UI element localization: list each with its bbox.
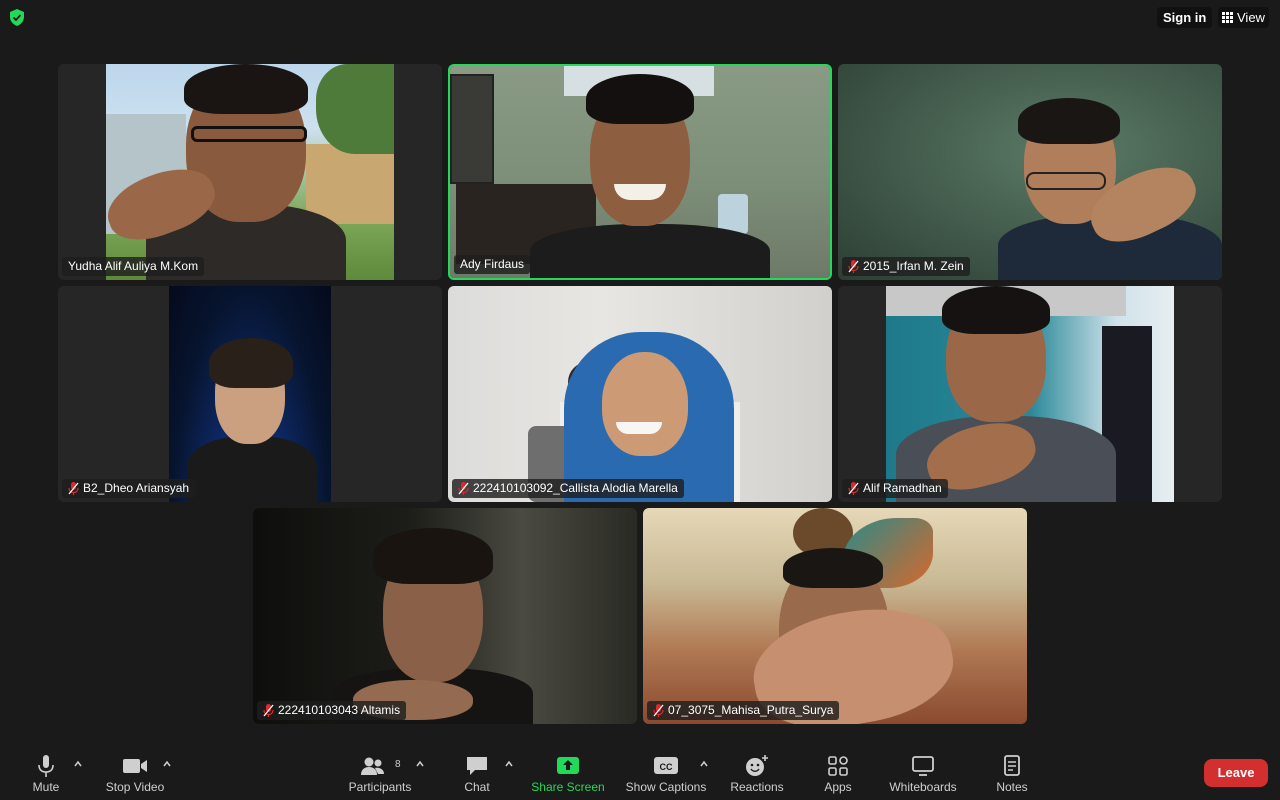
sign-in-button[interactable]: Sign in: [1157, 7, 1213, 28]
video-feed: [253, 508, 637, 724]
participant-tile[interactable]: 2015_Irfan M. Zein: [838, 64, 1222, 280]
whiteboard-icon: [912, 756, 934, 776]
mic-muted-icon: [653, 704, 664, 717]
participant-name: 222410103092_Callista Alodia Marella: [473, 481, 678, 495]
show-captions-button[interactable]: CC Show Captions: [621, 746, 711, 800]
shield-check-icon[interactable]: [9, 9, 25, 26]
leave-button[interactable]: Leave: [1204, 759, 1268, 787]
notes-button[interactable]: Notes: [990, 746, 1034, 800]
notes-label: Notes: [996, 780, 1028, 794]
mic-muted-icon: [68, 482, 79, 495]
closed-captions-icon: CC: [654, 757, 678, 774]
view-button[interactable]: View: [1218, 7, 1269, 28]
participant-name-label: Alif Ramadhan: [842, 479, 948, 498]
top-bar: Sign in View: [0, 0, 1280, 34]
participant-name: Alif Ramadhan: [863, 481, 942, 495]
participant-count: 8: [395, 759, 401, 770]
video-feed: [450, 66, 830, 278]
participants-button[interactable]: Participants: [344, 746, 416, 800]
participant-name-label: 222410103043 Altamis: [257, 701, 407, 720]
stop-video-button[interactable]: Stop Video: [100, 746, 170, 800]
participant-tile[interactable]: Yudha Alif Auliya M.Kom: [58, 64, 442, 280]
zoom-meeting-window: Sign in View Yudha Alif Auliya M.Kom Ady…: [0, 0, 1280, 800]
mic-muted-icon: [458, 482, 469, 495]
view-label: View: [1237, 10, 1265, 25]
participant-name: Yudha Alif Auliya M.Kom: [68, 259, 199, 273]
show-captions-label: Show Captions: [625, 780, 707, 794]
participants-icon: [361, 757, 384, 775]
share-screen-label: Share Screen: [531, 780, 605, 794]
emoji-add-icon: [746, 755, 768, 776]
participant-tile[interactable]: 07_3075_Mahisa_Putra_Surya: [643, 508, 1027, 724]
notes-icon: [1004, 755, 1020, 776]
apps-label: Apps: [824, 780, 852, 794]
reactions-button[interactable]: Reactions: [726, 746, 788, 800]
mic-muted-icon: [848, 260, 859, 273]
apps-button[interactable]: Apps: [818, 746, 858, 800]
participant-name: B2_Dheo Ariansyah: [83, 481, 190, 495]
participant-tile[interactable]: B2_Dheo Ariansyah: [58, 286, 442, 502]
participant-name-label: 222410103092_Callista Alodia Marella: [452, 479, 684, 498]
video-feed: [169, 286, 331, 502]
apps-icon: [828, 756, 848, 776]
chevron-up-icon[interactable]: [504, 759, 514, 769]
participant-name: 2015_Irfan M. Zein: [863, 259, 964, 273]
svg-text:CC: CC: [660, 762, 673, 772]
chevron-up-icon[interactable]: [699, 759, 709, 769]
reactions-label: Reactions: [730, 780, 784, 794]
mic-muted-icon: [848, 482, 859, 495]
video-feed: [886, 286, 1174, 502]
participant-name-label: B2_Dheo Ariansyah: [62, 479, 196, 498]
participants-label: Participants: [348, 780, 412, 794]
mute-button[interactable]: Mute: [20, 746, 72, 800]
chat-bubble-icon: [467, 757, 487, 775]
mic-muted-icon: [263, 704, 274, 717]
mute-label: Mute: [32, 780, 60, 794]
participant-tile[interactable]: Alif Ramadhan: [838, 286, 1222, 502]
participant-name: Ady Firdaus: [460, 257, 525, 271]
chevron-up-icon[interactable]: [162, 759, 172, 769]
participant-name-label: Ady Firdaus: [454, 255, 531, 274]
stop-video-label: Stop Video: [105, 780, 165, 794]
chevron-up-icon[interactable]: [415, 759, 425, 769]
video-feed: [643, 508, 1027, 724]
whiteboards-label: Whiteboards: [889, 780, 957, 794]
participant-name-label: 2015_Irfan M. Zein: [842, 257, 970, 276]
participant-tile-active-speaker[interactable]: Ady Firdaus: [448, 64, 832, 280]
video-camera-icon: [123, 759, 147, 773]
video-feed: [838, 64, 1222, 280]
share-screen-button[interactable]: Share Screen: [528, 746, 608, 800]
participant-name: 222410103043 Altamis: [278, 703, 401, 717]
meeting-controls-toolbar: Mute Stop Video Participants 8 Chat Shar…: [0, 746, 1280, 800]
whiteboards-button[interactable]: Whiteboards: [884, 746, 962, 800]
participant-name: 07_3075_Mahisa_Putra_Surya: [668, 703, 834, 717]
participant-tile[interactable]: 222410103092_Callista Alodia Marella: [448, 286, 832, 502]
participant-tile[interactable]: 222410103043 Altamis: [253, 508, 637, 724]
grid-icon: [1222, 12, 1233, 23]
participant-name-label: Yudha Alif Auliya M.Kom: [62, 257, 205, 276]
video-feed: [448, 286, 832, 502]
microphone-icon: [38, 755, 54, 777]
chat-label: Chat: [464, 780, 490, 794]
chat-button[interactable]: Chat: [456, 746, 498, 800]
participant-name-label: 07_3075_Mahisa_Putra_Surya: [647, 701, 840, 720]
chevron-up-icon[interactable]: [73, 759, 83, 769]
share-screen-icon: [557, 757, 579, 774]
video-feed: [99, 64, 394, 280]
